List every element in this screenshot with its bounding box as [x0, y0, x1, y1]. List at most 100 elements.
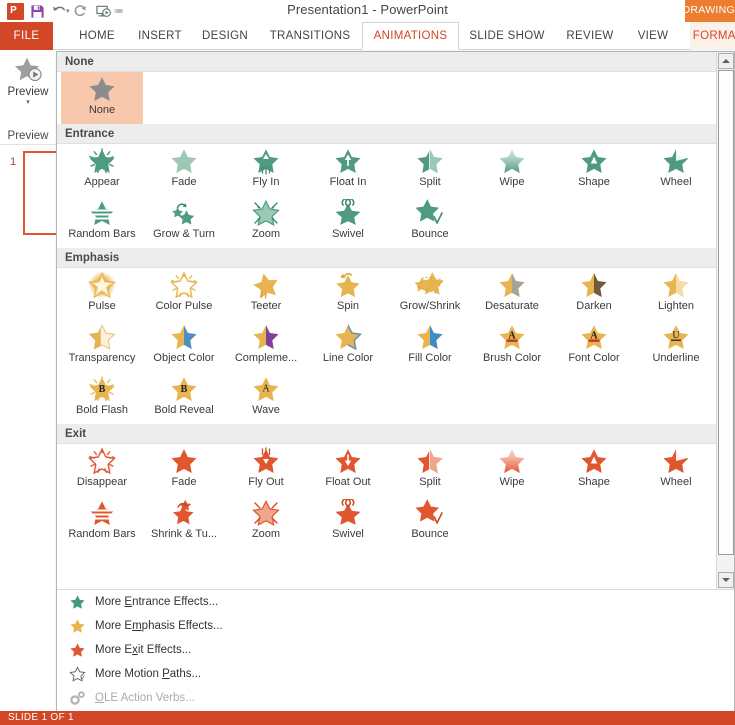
effect-bold-flash[interactable]: B Bold Flash [61, 372, 143, 424]
tab-review[interactable]: REVIEW [555, 22, 625, 50]
effect-label: Bounce [411, 528, 449, 540]
chevron-up-icon [722, 59, 730, 63]
window-title: Presentation1 - PowerPoint [287, 2, 448, 17]
effect-wave[interactable]: A Wave [225, 372, 307, 424]
effect-label: Wipe [499, 476, 525, 488]
effect-wipe[interactable]: Wipe [471, 144, 553, 196]
effect-disappear[interactable]: Disappear [61, 444, 143, 496]
effect-float-in[interactable]: Float In [307, 144, 389, 196]
effect-brush-color[interactable]: A Brush Color [471, 320, 553, 372]
effect-none[interactable]: None [61, 72, 143, 124]
effect-fly-out[interactable]: Fly Out [225, 444, 307, 496]
effect-bounce[interactable]: Bounce [389, 496, 471, 548]
star-fly-out-icon [251, 447, 281, 475]
contextual-tools-label: DRAWING [682, 4, 735, 16]
slide-thumbnail-pane: 1 [0, 151, 63, 711]
star-plain-icon [169, 447, 199, 475]
menu-more-exit-effects[interactable]: More Exit Effects... [57, 638, 734, 662]
star-bold-flash-icon: B [87, 375, 117, 403]
star-bounce-icon [415, 499, 445, 527]
preview-button-label: Preview [7, 86, 49, 98]
menu-more-emphasis-effects[interactable]: More Emphasis Effects... [57, 614, 734, 638]
effect-fill-color[interactable]: Fill Color [389, 320, 471, 372]
effect-grow-shrink[interactable]: Grow/Shrink [389, 268, 471, 320]
effect-split[interactable]: Split [389, 144, 471, 196]
effect-label: Bold Flash [76, 404, 128, 416]
effect-shrink-tu[interactable]: Shrink & Tu... [143, 496, 225, 548]
effect-split[interactable]: Split [389, 444, 471, 496]
chevron-down-icon [722, 578, 730, 582]
menu-more-entrance-effects[interactable]: More Entrance Effects... [57, 590, 734, 614]
effect-shape[interactable]: Shape [553, 144, 635, 196]
ribbon-tab-bar: FILE HOME INSERT DESIGN TRANSITIONS ANIMATIO… [0, 22, 735, 50]
effect-random-bars[interactable]: Random Bars [61, 496, 143, 548]
star-random-bars-icon [87, 199, 117, 227]
tab-home[interactable]: HOME [66, 22, 128, 50]
star-plain-icon [87, 75, 117, 103]
effect-fade[interactable]: Fade [143, 444, 225, 496]
effect-darken[interactable]: Darken [553, 268, 635, 320]
tab-format-contextual[interactable]: FORMAT [690, 22, 735, 50]
effect-label: Teeter [250, 300, 282, 312]
effect-label: Pulse [88, 300, 116, 312]
scroll-down-button[interactable] [718, 572, 734, 588]
effect-object-color[interactable]: Object Color [143, 320, 225, 372]
tab-insert[interactable]: INSERT [128, 22, 192, 50]
effect-appear[interactable]: Appear [61, 144, 143, 196]
tab-transitions[interactable]: TRANSITIONS [258, 22, 362, 50]
effect-zoom[interactable]: Zoom [225, 496, 307, 548]
tab-file[interactable]: FILE [0, 22, 53, 50]
effect-grow-turn[interactable]: Grow & Turn [143, 196, 225, 248]
effect-compleme[interactable]: Compleme... [225, 320, 307, 372]
effect-shape[interactable]: Shape [553, 444, 635, 496]
effect-line-color[interactable]: Line Color [307, 320, 389, 372]
effect-color-pulse[interactable]: Color Pulse [143, 268, 225, 320]
effect-bounce[interactable]: Bounce [389, 196, 471, 248]
menu-item-label: More Emphasis Effects... [95, 620, 223, 632]
effect-font-color[interactable]: A Font Color [553, 320, 635, 372]
tab-animations[interactable]: ANIMATIONS [362, 22, 459, 50]
effect-wheel[interactable]: Wheel [635, 144, 717, 196]
effect-label: Object Color [153, 352, 215, 364]
left-pane: Preview ▾ Preview 1 [0, 51, 63, 711]
effect-zoom[interactable]: Zoom [225, 196, 307, 248]
gallery-row: Appear Fade Fly In Float In Split Wipe Shape Wh… [57, 144, 717, 196]
gallery-scrollbar[interactable] [716, 52, 734, 589]
effect-underline[interactable]: U Underline [635, 320, 717, 372]
tab-view[interactable]: VIEW [625, 22, 681, 50]
preview-ribbon-group: Preview ▾ Preview [0, 51, 56, 145]
effect-desaturate[interactable]: Desaturate [471, 268, 553, 320]
effect-label: Brush Color [482, 352, 542, 364]
preview-dropdown-caret-icon[interactable]: ▾ [26, 98, 30, 108]
effect-lighten[interactable]: Lighten [635, 268, 717, 320]
effect-label: Desaturate [485, 300, 539, 312]
effect-float-out[interactable]: Float Out [307, 444, 389, 496]
tab-design[interactable]: DESIGN [192, 22, 258, 50]
effect-pulse[interactable]: Pulse [61, 268, 143, 320]
effect-wipe[interactable]: Wipe [471, 444, 553, 496]
powerpoint-window: P ▾ ≔ Presentation1 - PowerPoint DRAWING… [0, 0, 735, 725]
effect-random-bars[interactable]: Random Bars [61, 196, 143, 248]
star-wheel-icon [661, 147, 691, 175]
star-swivel-icon [333, 199, 363, 227]
preview-button[interactable]: Preview ▾ [0, 55, 56, 108]
effect-fly-in[interactable]: Fly In [225, 144, 307, 196]
star-object-color-icon [169, 323, 199, 351]
effect-bold-reveal[interactable]: B Bold Reveal [143, 372, 225, 424]
effect-spin[interactable]: Spin [307, 268, 389, 320]
scroll-up-button[interactable] [718, 53, 734, 69]
menu-more-motion-paths[interactable]: More Motion Paths... [57, 662, 734, 686]
scrollbar-thumb[interactable] [718, 70, 734, 555]
tab-slide-show[interactable]: SLIDE SHOW [459, 22, 555, 50]
effect-fade[interactable]: Fade [143, 144, 225, 196]
gallery-row: Transparency Object Color Compleme... Line … [57, 320, 717, 372]
effect-transparency[interactable]: Transparency [61, 320, 143, 372]
effect-teeter[interactable]: Teeter [225, 268, 307, 320]
effect-wheel[interactable]: Wheel [635, 444, 717, 496]
effect-swivel[interactable]: Swivel [307, 496, 389, 548]
effect-label: Shrink & Tu... [150, 528, 218, 540]
svg-text:B: B [181, 384, 188, 395]
effect-label: Grow & Turn [153, 228, 215, 240]
effect-swivel[interactable]: Swivel [307, 196, 389, 248]
star-teeter-icon [251, 271, 281, 299]
